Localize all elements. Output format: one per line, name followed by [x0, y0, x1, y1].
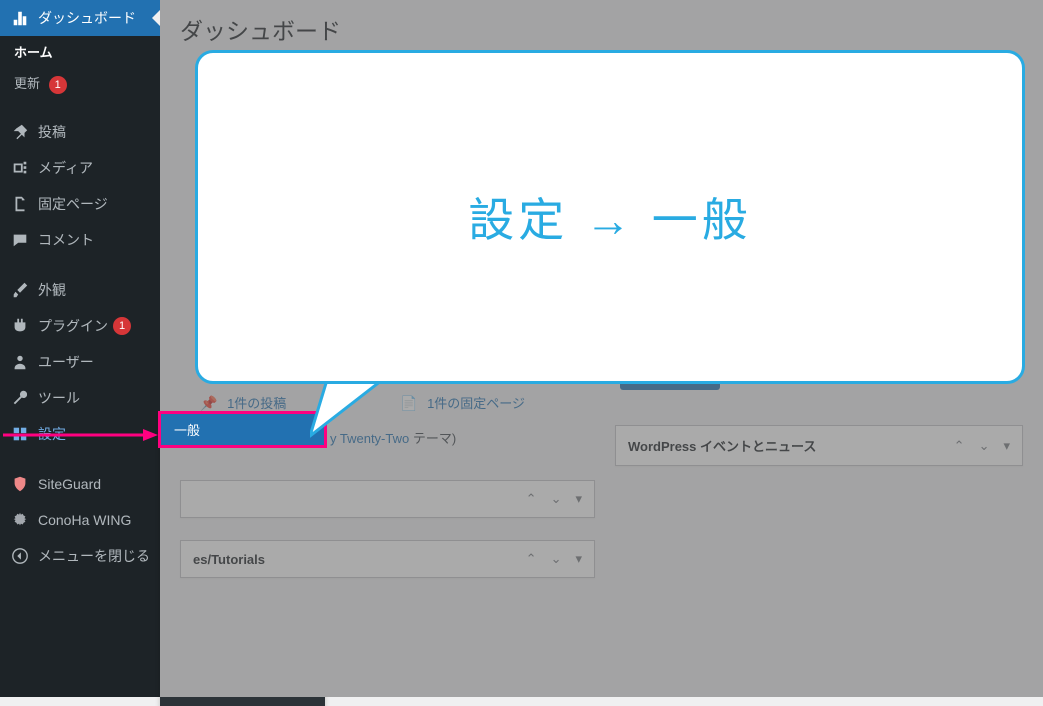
updates-badge: 1 — [49, 76, 67, 94]
gear-icon — [10, 510, 30, 530]
sidebar-label: SiteGuard — [38, 476, 101, 492]
sidebar-label: 外観 — [38, 280, 66, 300]
sidebar-item-users[interactable]: ユーザー — [0, 344, 160, 380]
sidebar-label: ConoHa WING — [38, 512, 131, 528]
sidebar-label: ツール — [38, 388, 80, 408]
sidebar-item-comments[interactable]: コメント — [0, 222, 160, 258]
sidebar-subitem-home[interactable]: ホーム — [0, 36, 160, 67]
sidebar-label: 固定ページ — [38, 194, 108, 214]
plugins-badge: 1 — [113, 317, 131, 335]
sidebar-subitem-updates[interactable]: 更新 1 — [0, 67, 160, 100]
updates-label: 更新 — [14, 76, 40, 91]
sidebar-label: プラグイン — [38, 316, 108, 336]
sidebar-item-dashboard[interactable]: ダッシュボード — [0, 0, 160, 36]
sidebar-label: 投稿 — [38, 122, 66, 142]
sidebar-label: ユーザー — [38, 352, 94, 372]
shield-icon — [10, 474, 30, 494]
sidebar-item-siteguard[interactable]: SiteGuard — [0, 466, 160, 502]
brush-icon — [10, 280, 30, 300]
sidebar-label: メニューを閉じる — [38, 546, 150, 566]
page-icon — [10, 194, 30, 214]
submenu-general[interactable]: 一般 — [160, 413, 325, 446]
callout-box: 設定 → 一般 — [195, 50, 1025, 384]
annotation-arrow — [3, 428, 158, 440]
sidebar-item-posts[interactable]: 投稿 — [0, 114, 160, 150]
wrench-icon — [10, 388, 30, 408]
callout-text: 設定 → 一般 — [468, 184, 752, 250]
admin-sidebar: ダッシュボード ホーム 更新 1 投稿 メディア 固定ページ コメント 外観 — [0, 0, 160, 697]
dashboard-icon — [10, 8, 30, 28]
sidebar-label: コメント — [38, 230, 94, 250]
media-icon — [10, 158, 30, 178]
sidebar-label: ダッシュボード — [38, 8, 136, 28]
sidebar-item-tools[interactable]: ツール — [0, 380, 160, 416]
collapse-icon — [10, 546, 30, 566]
user-icon — [10, 352, 30, 372]
sidebar-item-media[interactable]: メディア — [0, 150, 160, 186]
sidebar-item-appearance[interactable]: 外観 — [0, 272, 160, 308]
sidebar-item-pages[interactable]: 固定ページ — [0, 186, 160, 222]
pin-icon — [10, 122, 30, 142]
plugin-icon — [10, 316, 30, 336]
sidebar-item-plugins[interactable]: プラグイン 1 — [0, 308, 160, 344]
sidebar-item-collapse[interactable]: メニューを閉じる — [0, 538, 160, 574]
sidebar-item-conoha[interactable]: ConoHa WING — [0, 502, 160, 538]
comment-icon — [10, 230, 30, 250]
sidebar-label: メディア — [38, 158, 93, 178]
